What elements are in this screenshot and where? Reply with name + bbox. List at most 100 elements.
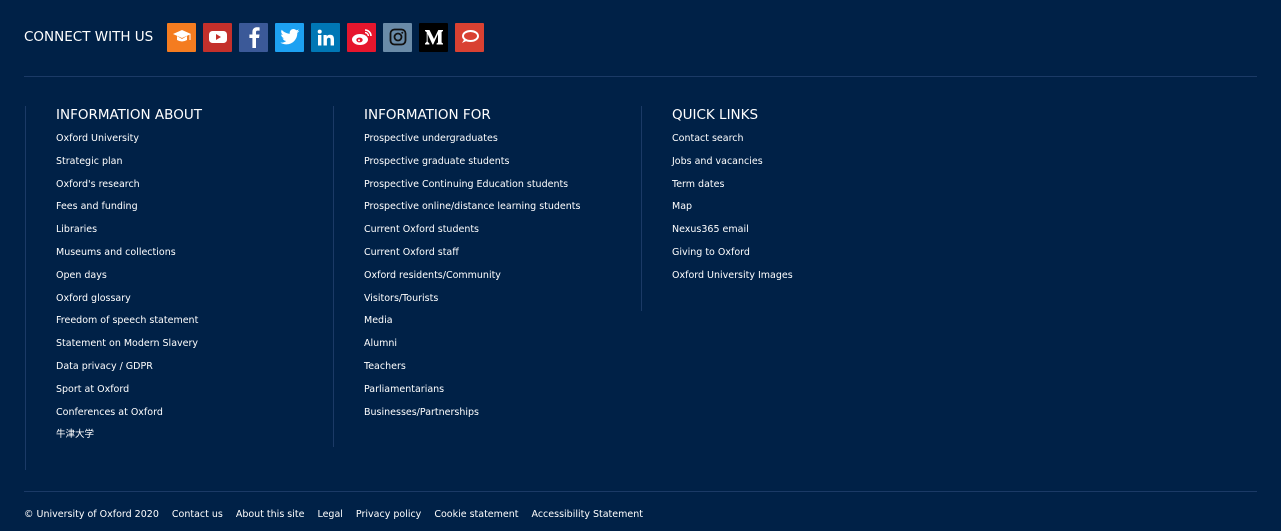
list-item: Oxford University [56,132,202,155]
list-item: Contact search [672,132,793,155]
list-item: Prospective undergraduates [364,132,580,155]
list-item: Fees and funding [56,200,202,223]
footer-bar: © University of Oxford 2020 Contact us Ab… [24,509,656,520]
nav-link[interactable]: Conferences at Oxford [56,407,163,418]
list-item: Jobs and vacancies [672,155,793,178]
nav-link[interactable]: Prospective Continuing Education student… [364,179,568,190]
nav-link[interactable]: Oxford's research [56,179,140,190]
list-item: Parliamentarians [364,383,580,406]
list-item: Prospective online/distance learning stu… [364,200,580,223]
nav-link[interactable]: Oxford residents/Community [364,270,501,281]
nav-link[interactable]: Current Oxford staff [364,247,459,258]
nav-link[interactable]: Museums and collections [56,247,176,258]
column-heading: INFORMATION ABOUT [56,107,202,123]
nav-link[interactable]: Parliamentarians [364,384,444,395]
social-link-facebook[interactable] [239,22,269,52]
social-link-instagram[interactable] [383,22,413,52]
social-link-chat[interactable] [455,22,485,52]
list-item: Media [364,314,580,337]
nav-link[interactable]: Open days [56,270,107,281]
list-item: 牛津大学 [56,428,202,451]
linkedin-icon [317,29,335,46]
youtube-icon [208,30,228,44]
footer-link[interactable]: About this site [236,509,305,520]
chat-bubble-icon [460,29,480,45]
top-divider [24,76,1257,77]
copyright-text: © University of Oxford 2020 [24,509,159,520]
information-about-column: INFORMATION ABOUT Oxford University Strat… [25,106,202,470]
footer-link[interactable]: Cookie statement [434,509,518,520]
social-link-youtube[interactable] [203,22,233,52]
list-item: Nexus365 email [672,223,793,246]
list-item: Visitors/Tourists [364,292,580,315]
list-item: Freedom of speech statement [56,314,202,337]
nav-link[interactable]: Businesses/Partnerships [364,407,479,418]
nav-link[interactable]: Nexus365 email [672,224,749,235]
nav-link[interactable]: Oxford glossary [56,293,131,304]
information-for-column: INFORMATION FOR Prospective undergraduat… [333,106,580,447]
social-link-mortarboard[interactable] [167,22,197,52]
weibo-icon [351,28,373,46]
nav-link[interactable]: Map [672,201,692,212]
nav-link[interactable]: Strategic plan [56,156,122,167]
nav-link[interactable]: Prospective graduate students [364,156,509,167]
column-heading: INFORMATION FOR [364,107,491,123]
list-item: Prospective Continuing Education student… [364,178,580,201]
nav-link[interactable]: Visitors/Tourists [364,293,438,304]
social-link-twitter[interactable] [275,22,305,52]
footer-links: Contact us About this site Legal Privacy po… [172,509,656,520]
footer-link[interactable]: Privacy policy [356,509,421,520]
nav-link[interactable]: Libraries [56,224,97,235]
social-link-medium[interactable] [419,22,449,52]
medium-icon [424,28,444,46]
nav-link[interactable]: Prospective undergraduates [364,133,498,144]
nav-link[interactable]: Statement on Modern Slavery [56,338,198,349]
list-item: Conferences at Oxford [56,406,202,429]
nav-link[interactable]: Prospective online/distance learning stu… [364,201,580,212]
list-item: Prospective graduate students [364,155,580,178]
nav-link[interactable]: Freedom of speech statement [56,315,198,326]
instagram-icon [389,28,407,46]
bottom-divider [24,491,1257,492]
list-item: Oxford's research [56,178,202,201]
list-item: Current Oxford staff [364,246,580,269]
mortarboard-icon [172,29,192,45]
list-item: Current Oxford students [364,223,580,246]
column-heading: QUICK LINKS [672,107,759,123]
nav-link[interactable]: Teachers [364,361,406,372]
footer-link[interactable]: Accessibility Statement [532,509,643,520]
facebook-icon [248,26,260,48]
connect-label: CONNECT WITH US [24,29,154,45]
quick-links-column: QUICK LINKS Contact search Jobs and vacan… [641,106,793,311]
list-item: Teachers [364,360,580,383]
footer-link[interactable]: Contact us [172,509,223,520]
list-item: Oxford glossary [56,292,202,315]
nav-link[interactable]: Media [364,315,393,326]
list-item: Strategic plan [56,155,202,178]
nav-link[interactable]: Oxford University [56,133,139,144]
nav-link[interactable]: 牛津大学 [56,429,94,440]
nav-link[interactable]: Current Oxford students [364,224,479,235]
social-link-linkedin[interactable] [311,22,341,52]
nav-link[interactable]: Jobs and vacancies [672,156,763,167]
list-item: Data privacy / GDPR [56,360,202,383]
nav-link[interactable]: Data privacy / GDPR [56,361,153,372]
nav-link[interactable]: Term dates [672,179,724,190]
nav-link[interactable]: Fees and funding [56,201,138,212]
nav-link[interactable]: Giving to Oxford [672,247,750,258]
nav-link[interactable]: Alumni [364,338,397,349]
nav-link[interactable]: Sport at Oxford [56,384,129,395]
list-item: Oxford University Images [672,269,793,292]
nav-link[interactable]: Oxford University Images [672,270,793,281]
list-item: Oxford residents/Community [364,269,580,292]
list-item: Statement on Modern Slavery [56,337,202,360]
footer-link[interactable]: Legal [317,509,342,520]
list-item: Alumni [364,337,580,360]
list-item: Libraries [56,223,202,246]
social-link-weibo[interactable] [347,22,377,52]
link-list: Contact search Jobs and vacancies Term dat… [672,132,793,292]
nav-link[interactable]: Contact search [672,133,744,144]
list-item: Map [672,200,793,223]
link-list: Prospective undergraduates Prospective gr… [364,132,580,428]
list-item: Giving to Oxford [672,246,793,269]
